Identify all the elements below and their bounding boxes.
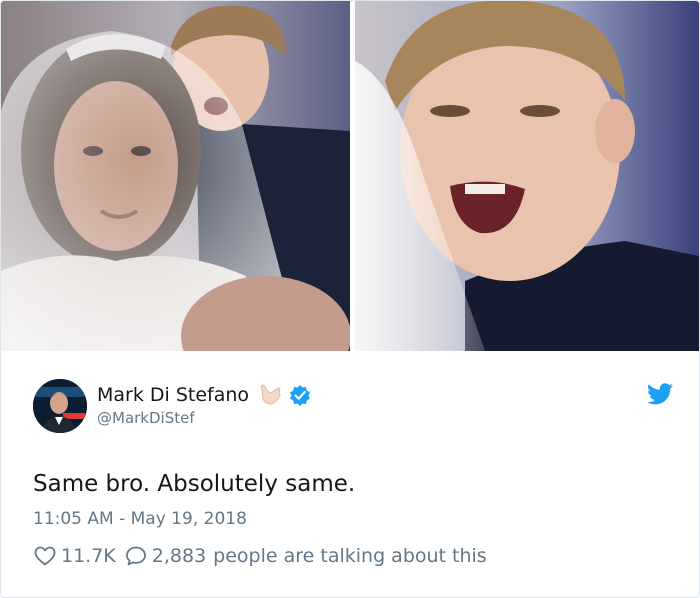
photo-boy-closeup[interactable] [355, 1, 699, 351]
tweet-header: Mark Di Stefano @MarkDiStef [33, 379, 673, 437]
verified-badge-icon [289, 384, 311, 406]
talking-label[interactable]: people are talking about this [213, 545, 487, 567]
author-handle[interactable]: @MarkDiStef [97, 409, 195, 427]
author-name-row: Mark Di Stefano [97, 383, 311, 407]
photo-bride-and-boy[interactable] [1, 1, 350, 351]
speech-bubble-icon[interactable] [124, 544, 148, 568]
author-display-name[interactable]: Mark Di Stefano [97, 384, 249, 406]
avatar[interactable] [33, 379, 87, 433]
talking-count[interactable]: 2,883 [152, 545, 206, 567]
tweet-card[interactable]: Mark Di Stefano @MarkDiStef Same bro. Ab… [0, 0, 700, 598]
tweet-timestamp[interactable]: 11:05 AM - May 19, 2018 [33, 509, 247, 529]
like-count[interactable]: 11.7K [61, 545, 116, 567]
tweet-stats: 11.7K 2,883 people are talking about thi… [33, 542, 487, 570]
call-me-hand-emoji-icon [257, 383, 285, 407]
tweet-media[interactable] [1, 1, 699, 351]
tweet-text: Same bro. Absolutely same. [33, 471, 356, 497]
twitter-bird-icon[interactable] [647, 383, 673, 405]
heart-icon[interactable] [33, 544, 57, 568]
